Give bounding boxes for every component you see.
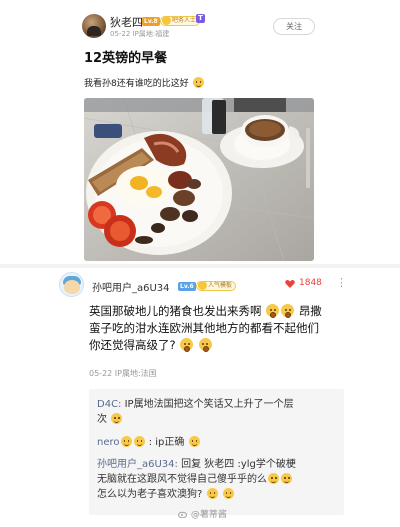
like-count: 1848 xyxy=(299,278,322,288)
more-options-icon[interactable]: ⋮ xyxy=(336,276,347,289)
reply-author[interactable]: 孙吧用户_a6U34: xyxy=(97,459,178,470)
heart-icon xyxy=(285,279,295,288)
shocked-emoji-icon xyxy=(180,338,194,352)
shocked-emoji-icon xyxy=(266,304,280,318)
weibo-logo-icon xyxy=(178,511,187,518)
comment-text: 英国那破地儿的猪食也发出来秀啊 昂撒 蛮子吃的泔水连欧洲其他地方的都看不起他们 … xyxy=(89,304,322,352)
grin-emoji-icon xyxy=(281,473,292,484)
crown-icon xyxy=(162,16,171,25)
post-meta: 05-22 IP属地:福建 xyxy=(110,30,170,38)
reply-item[interactable]: 孙吧用户_a6U34: 回复 狄老四 :ylg学个破梗 无脑就在这跟风不觉得自己… xyxy=(97,457,337,502)
shocked-emoji-icon xyxy=(281,304,295,318)
wink-emoji-icon xyxy=(120,436,132,447)
shocked-emoji-icon xyxy=(198,338,212,352)
shocked-emoji-icon xyxy=(206,488,218,499)
follow-button[interactable]: 关注 xyxy=(273,18,315,35)
t-badge: T xyxy=(196,14,205,23)
breakfast-photo[interactable] xyxy=(84,98,314,261)
reply-author[interactable]: D4C: xyxy=(97,399,121,410)
commenter-name[interactable]: 孙吧用户_a6U34 xyxy=(92,279,170,294)
commenter-avatar[interactable] xyxy=(59,272,84,297)
smile-emoji-icon xyxy=(192,77,204,88)
breakfast-photo-svg xyxy=(84,98,314,261)
reply-item[interactable]: D4C: IP属地法国把这个笑话又上升了一个层 次 xyxy=(97,397,337,427)
post-header: 狄老四 Lv.8 吧务人士 T 05-22 IP属地:福建 关注 xyxy=(0,0,400,42)
reply-author[interactable]: nero xyxy=(97,437,120,448)
shocked-emoji-icon xyxy=(188,436,200,447)
popularity-badge: 人气模板 xyxy=(196,281,237,291)
level-badge: Lv.8 xyxy=(142,17,160,26)
section-divider xyxy=(0,264,400,268)
grin-emoji-icon xyxy=(268,473,279,484)
diamond-icon xyxy=(198,281,207,290)
wink-emoji-icon xyxy=(133,436,145,447)
reply-item[interactable]: nero : ip正确 xyxy=(97,435,337,450)
shocked-emoji-icon xyxy=(111,413,123,424)
author-avatar[interactable] xyxy=(82,14,106,38)
shocked-emoji-icon xyxy=(222,488,234,499)
post-title: 12英镑的早餐 xyxy=(84,51,168,66)
author-name[interactable]: 狄老四 xyxy=(110,14,143,30)
post-body: 我看孙8还有谁吃的比这好 xyxy=(84,76,205,89)
watermark: @薯蒂酱 xyxy=(178,507,227,520)
comment-meta: 05-22 IP属地:法国 xyxy=(89,369,157,378)
commenter-level-badge: Lv.6 xyxy=(178,282,196,291)
crown-badge: 吧务人士 xyxy=(160,16,201,26)
reply-box[interactable]: D4C: IP属地法国把这个笑话又上升了一个层 次 nero : ip正确 孙吧… xyxy=(89,389,344,515)
